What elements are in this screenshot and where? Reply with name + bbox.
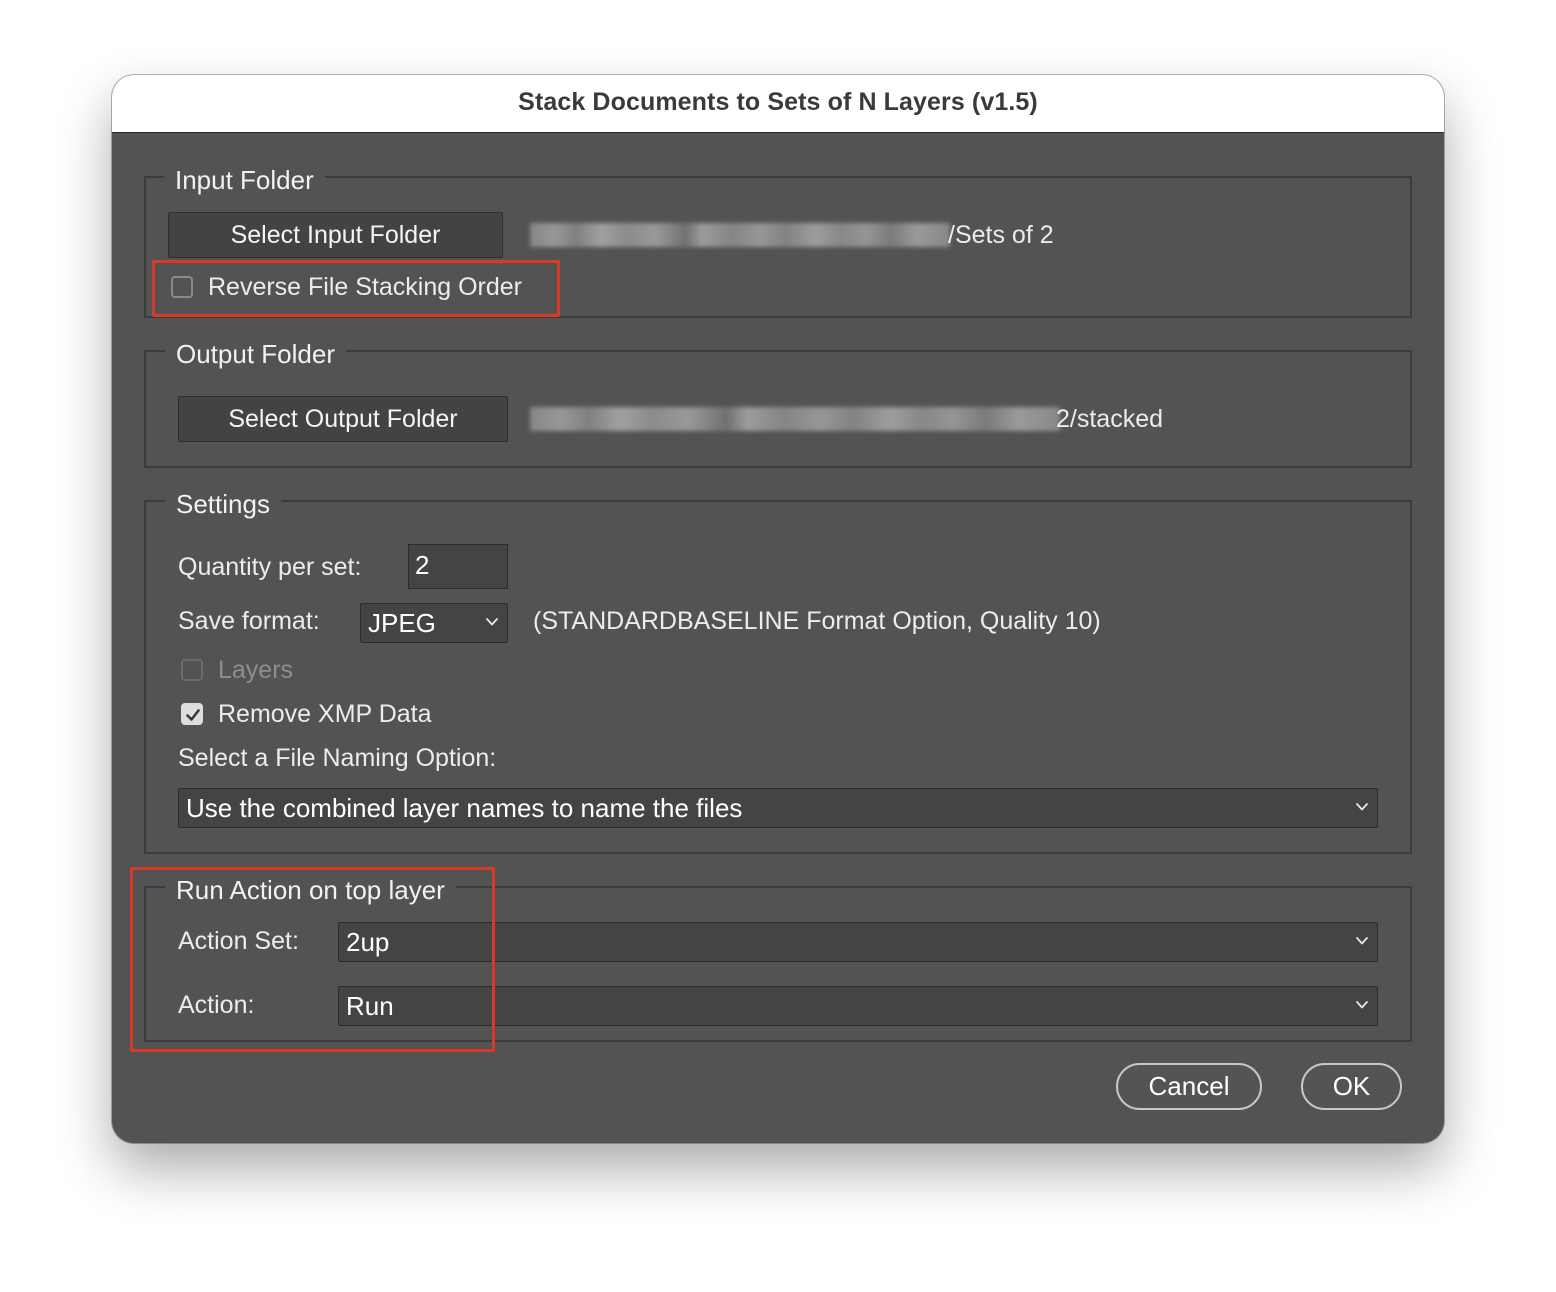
save-format-value: JPEG (368, 608, 436, 638)
format-option-note: (STANDARDBASELINE Format Option, Quality… (533, 607, 1101, 635)
action-value: Run (346, 991, 394, 1021)
input-folder-path: /Sets of 2 (948, 221, 1054, 249)
output-path-redacted (530, 407, 1060, 431)
reverse-stacking-checkbox[interactable] (171, 276, 193, 298)
save-format-select[interactable]: JPEG (360, 603, 508, 643)
action-label: Action: (178, 991, 255, 1019)
input-path-redacted (530, 223, 950, 247)
dialog-window: Stack Documents to Sets of N Layers (v1.… (112, 75, 1444, 1143)
chevron-down-icon (1356, 1001, 1368, 1009)
input-folder-legend: Input Folder (164, 165, 325, 195)
file-naming-value: Use the combined layer names to name the… (186, 793, 743, 823)
file-naming-select[interactable]: Use the combined layer names to name the… (178, 788, 1378, 828)
remove-xmp-checkbox[interactable] (181, 703, 203, 725)
remove-xmp-label: Remove XMP Data (218, 700, 432, 728)
action-set-value: 2up (346, 927, 390, 957)
action-select[interactable]: Run (338, 986, 1378, 1026)
chevron-down-icon (1356, 803, 1368, 811)
save-format-label: Save format: (178, 607, 320, 635)
output-folder-legend: Output Folder (165, 339, 346, 369)
output-folder-path: 2/stacked (1056, 405, 1164, 433)
cancel-button[interactable]: Cancel (1116, 1063, 1262, 1110)
action-set-label: Action Set: (178, 927, 299, 955)
title-bar: Stack Documents to Sets of N Layers (v1.… (112, 75, 1444, 133)
chevron-down-icon (1356, 937, 1368, 945)
select-output-folder-button[interactable]: Select Output Folder (178, 396, 508, 442)
layers-checkbox[interactable] (181, 659, 203, 681)
run-action-legend: Run Action on top layer (165, 875, 456, 905)
layers-label: Layers (218, 656, 294, 684)
settings-legend: Settings (165, 489, 281, 519)
action-set-select[interactable]: 2up (338, 922, 1378, 962)
quantity-input[interactable]: 2 (408, 544, 508, 589)
chevron-down-icon (486, 618, 498, 626)
file-naming-label: Select a File Naming Option: (178, 744, 497, 772)
ok-button[interactable]: OK (1301, 1063, 1402, 1110)
dialog-title: Stack Documents to Sets of N Layers (v1.… (518, 88, 1038, 116)
checkmark-icon (186, 709, 200, 721)
select-input-folder-button[interactable]: Select Input Folder (168, 212, 503, 258)
quantity-label: Quantity per set: (178, 553, 362, 581)
reverse-stacking-label: Reverse File Stacking Order (208, 273, 523, 301)
